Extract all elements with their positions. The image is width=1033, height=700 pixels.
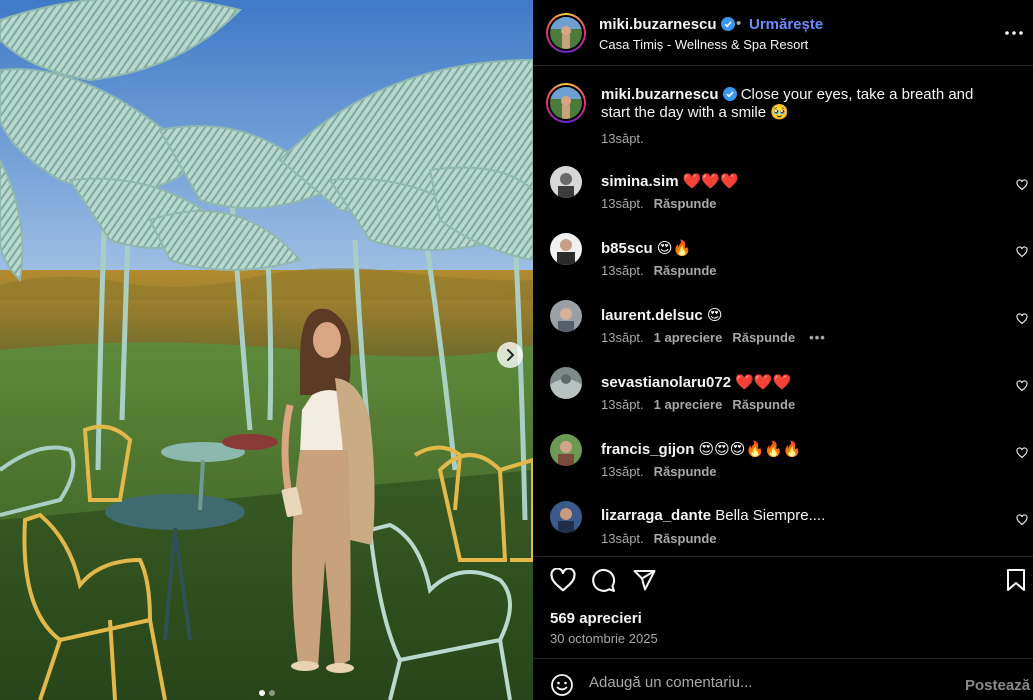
heart-icon[interactable]: [1016, 246, 1028, 258]
reply-button[interactable]: Răspunde: [654, 263, 717, 278]
comment-username[interactable]: francis_gijon: [601, 441, 694, 458]
header-separator: •: [736, 15, 742, 32]
comment-username[interactable]: simina.sim: [601, 173, 679, 190]
heart-icon[interactable]: [550, 568, 576, 592]
post-caption: miki.buzarnescu Close your eyes, take a …: [601, 86, 1001, 122]
comments-section[interactable]: miki.buzarnescu Close your eyes, take a …: [533, 66, 1033, 556]
comment-text: ❤️❤️❤️: [735, 374, 792, 391]
comment-row: laurent.delsuc 😍 13săpt. 1 apreciere Răspu…: [533, 300, 1033, 373]
post-side-panel: miki.buzarnescu • Urmărește Casa Timiș -…: [533, 0, 1033, 700]
heart-icon[interactable]: [1016, 514, 1028, 526]
comment-text: 😍😍😍🔥🔥🔥: [698, 441, 802, 458]
post-actions: 569 aprecieri 30 octombrie 2025: [533, 556, 1033, 658]
commenter-avatar[interactable]: [550, 166, 582, 198]
commenter-avatar[interactable]: [550, 434, 582, 466]
comment-row: sevastianolaru072 ❤️❤️❤️ 13săpt. 1 apreci…: [533, 367, 1033, 440]
emoji-icon[interactable]: [550, 673, 574, 697]
comment-row: lizarraga_dante Bella Siempre.... 13săpt…: [533, 501, 1033, 556]
heart-icon[interactable]: [1016, 447, 1028, 459]
caption-username[interactable]: miki.buzarnescu: [601, 86, 719, 103]
follow-button[interactable]: Urmărește: [749, 16, 823, 33]
commenter-avatar[interactable]: [550, 233, 582, 265]
verified-badge-icon: [720, 17, 735, 31]
carousel-dot-active: [258, 690, 265, 696]
commenter-avatar[interactable]: [550, 501, 582, 533]
chevron-right-icon: [507, 349, 515, 361]
comment-time: 13săpt.: [601, 397, 644, 412]
post-header: miki.buzarnescu • Urmărește Casa Timiș -…: [533, 0, 1033, 66]
carousel-next-button[interactable]: [497, 342, 523, 368]
post-photo[interactable]: [0, 0, 533, 700]
post-date[interactable]: 30 octombrie 2025: [550, 631, 658, 646]
comment-time: 13săpt.: [601, 531, 644, 546]
author-username[interactable]: miki.buzarnescu: [599, 16, 735, 33]
post-comment-button[interactable]: Postează: [965, 677, 1030, 694]
comment-likes-count[interactable]: 1 apreciere: [654, 397, 723, 412]
reply-button[interactable]: Răspunde: [732, 330, 795, 345]
comment-row: francis_gijon 😍😍😍🔥🔥🔥 13săpt. Răspunde: [533, 434, 1033, 507]
reply-button[interactable]: Răspunde: [654, 196, 717, 211]
comment-username[interactable]: sevastianolaru072: [601, 374, 731, 391]
comment-username[interactable]: b85scu: [601, 240, 653, 257]
commenter-avatar[interactable]: [550, 300, 582, 332]
reply-button[interactable]: Răspunde: [654, 464, 717, 479]
heart-icon[interactable]: [1016, 179, 1028, 191]
reply-button[interactable]: Răspunde: [654, 531, 717, 546]
comment-likes-count[interactable]: 1 apreciere: [654, 330, 723, 345]
bookmark-icon[interactable]: [1006, 568, 1026, 592]
heart-icon[interactable]: [1016, 313, 1028, 325]
comment-text: ❤️❤️❤️: [682, 173, 739, 190]
comment-username[interactable]: laurent.delsuc: [601, 307, 703, 324]
heart-icon[interactable]: [1016, 380, 1028, 392]
more-options-icon[interactable]: [1003, 24, 1025, 42]
comment-text: 😍🔥: [656, 240, 692, 257]
comment-time: 13săpt.: [601, 196, 644, 211]
caption-avatar[interactable]: [546, 83, 586, 123]
avatar-image: [550, 87, 582, 119]
comment-text: 😍: [706, 307, 723, 324]
reply-button[interactable]: Răspunde: [732, 397, 795, 412]
likes-count[interactable]: 569 aprecieri: [550, 610, 642, 627]
photo-scene: [0, 0, 533, 700]
paper-plane-icon[interactable]: [632, 568, 657, 592]
post-location[interactable]: Casa Timiș - Wellness & Spa Resort: [599, 37, 808, 52]
comment-time: 13săpt.: [601, 263, 644, 278]
comment-username[interactable]: lizarraga_dante: [601, 507, 711, 524]
comment-time: 13săpt.: [601, 464, 644, 479]
comment-time: 13săpt.: [601, 330, 644, 345]
carousel-indicator: [0, 690, 533, 696]
comment-composer: Postează: [533, 658, 1033, 700]
avatar-image: [550, 17, 582, 49]
comment-row: simina.sim ❤️❤️❤️ 13săpt. Răspunde: [533, 166, 1033, 239]
caption-time: 13săpt.: [601, 131, 644, 146]
comment-row: b85scu 😍🔥 13săpt. Răspunde: [533, 233, 1033, 306]
author-avatar[interactable]: [546, 13, 586, 53]
carousel-dot: [268, 690, 275, 696]
comment-more-options[interactable]: •••: [809, 330, 826, 345]
comment-text: Bella Siempre....: [715, 507, 826, 524]
comment-bubble-icon[interactable]: [591, 568, 616, 593]
verified-badge-icon: [722, 87, 737, 101]
comment-input[interactable]: [589, 671, 949, 693]
commenter-avatar[interactable]: [550, 367, 582, 399]
